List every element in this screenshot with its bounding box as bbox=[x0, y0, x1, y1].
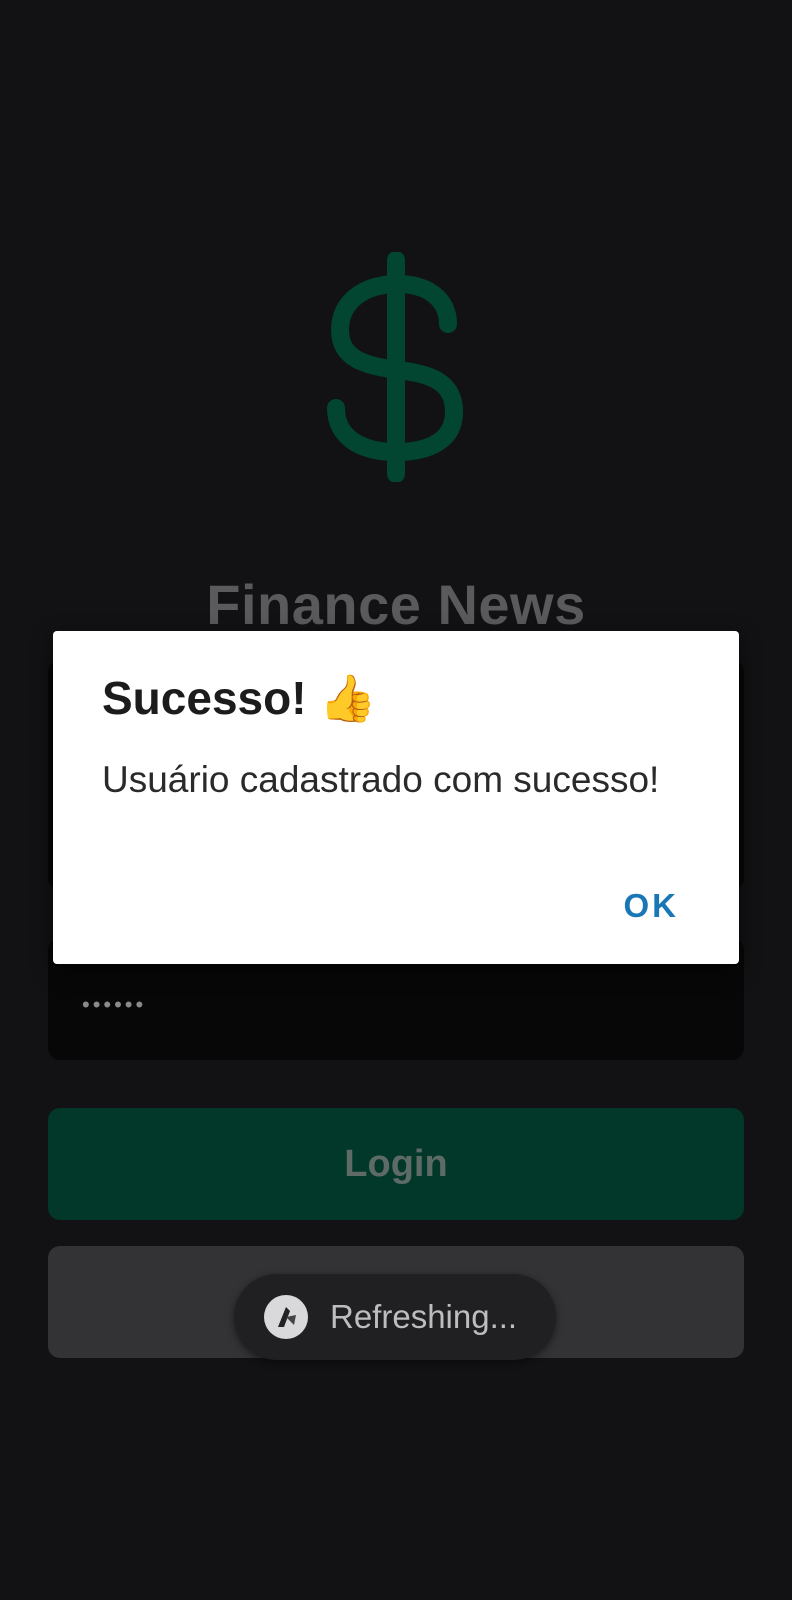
refresh-toast: Refreshing... bbox=[234, 1274, 556, 1360]
toast-text: Refreshing... bbox=[330, 1298, 518, 1335]
ok-button[interactable]: OK bbox=[624, 887, 680, 925]
password-value: •••••• bbox=[82, 992, 147, 1017]
app-title: Finance News bbox=[206, 573, 586, 636]
dollar-sign-icon bbox=[327, 252, 463, 482]
login-screen: Finance News •••••• Login Refreshing... … bbox=[0, 0, 792, 1600]
success-dialog: Sucesso! 👍 Usuário cadastrado com sucess… bbox=[53, 631, 739, 964]
login-button[interactable]: Login bbox=[48, 1108, 744, 1220]
dialog-message: Usuário cadastrado com sucesso! bbox=[102, 759, 660, 800]
dialog-title: Sucesso! 👍 bbox=[102, 672, 377, 724]
login-button-label: Login bbox=[344, 1142, 448, 1185]
app-refresh-icon bbox=[264, 1295, 308, 1339]
